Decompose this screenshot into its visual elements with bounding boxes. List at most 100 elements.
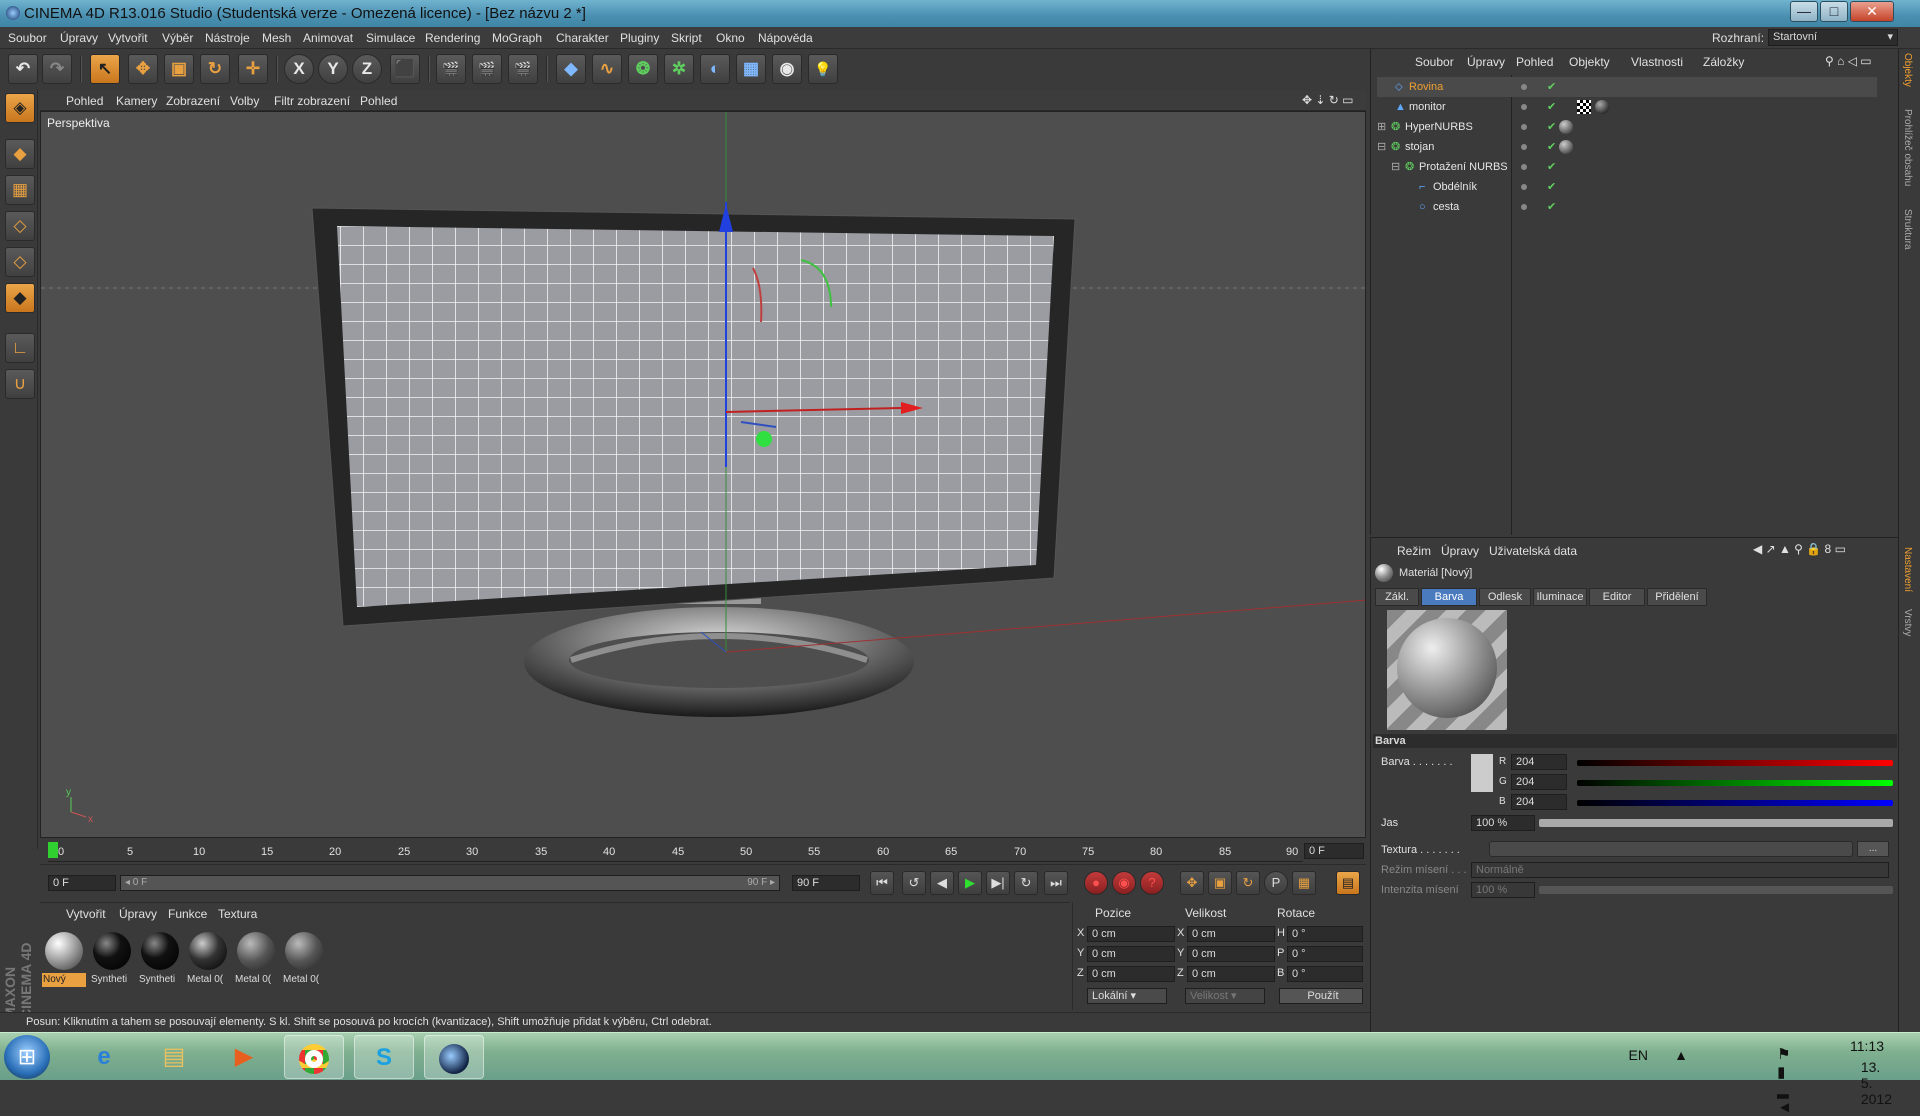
tab-prideleni[interactable]: Přidělení — [1647, 588, 1707, 606]
material-item[interactable]: Metal 0( — [186, 929, 230, 987]
y-axis-button[interactable]: Y — [318, 54, 348, 84]
visibility-dot[interactable] — [1521, 84, 1527, 90]
position-z-field[interactable]: 0 cm — [1087, 966, 1175, 982]
axis-mode-icon[interactable]: ∟ — [5, 333, 35, 363]
enabled-check-icon[interactable]: ✔ — [1547, 97, 1556, 117]
size-x-field[interactable]: 0 cm — [1187, 926, 1275, 942]
search-icon[interactable]: ⚲ ⌂ ◁ ▭ — [1825, 54, 1872, 68]
menu-mesh[interactable]: Mesh — [262, 31, 291, 45]
obj-menu-objekty[interactable]: Objekty — [1569, 55, 1610, 69]
clock-time[interactable]: 11:13 — [1850, 1038, 1884, 1054]
start-frame-field[interactable]: 0 F — [48, 875, 116, 891]
redo-button[interactable]: ↷ — [42, 54, 72, 84]
key-position-button[interactable]: ✥ — [1180, 871, 1204, 895]
next-key-button[interactable]: ↻ — [1014, 871, 1038, 895]
menu-skript[interactable]: Skript — [671, 31, 702, 45]
vtab-objekty[interactable]: Objekty — [1902, 53, 1913, 87]
vtab-vrstvy[interactable]: Vrstvy — [1902, 609, 1913, 636]
points-mode-icon[interactable]: ◇ — [5, 211, 35, 241]
menu-mograph[interactable]: MoGraph — [492, 31, 542, 45]
mat-menu-vytvorit[interactable]: Vytvořit — [66, 907, 106, 921]
menu-soubor[interactable]: Soubor — [8, 31, 47, 45]
nurbs-icon[interactable]: ❂ — [628, 54, 658, 84]
floor-icon[interactable]: ▦ — [736, 54, 766, 84]
position-x-field[interactable]: 0 cm — [1087, 926, 1175, 942]
internet-explorer-icon[interactable]: e — [74, 1035, 134, 1079]
vp-menu-kamery[interactable]: Kamery — [116, 94, 157, 108]
visibility-dot[interactable] — [1521, 204, 1527, 210]
chrome-icon[interactable] — [284, 1035, 344, 1079]
obj-menu-vlastnosti[interactable]: Vlastnosti — [1631, 55, 1683, 69]
jas-field[interactable]: 100 % — [1471, 815, 1535, 831]
vp-nav-icons[interactable]: ✥ ⇣ ↻ ▭ — [1302, 93, 1354, 107]
object-row-rovina[interactable]: ⬦ Rovina ✔ — [1377, 77, 1877, 97]
light-icon[interactable]: 💡 — [808, 54, 838, 84]
mat-menu-upravy[interactable]: Úpravy — [119, 907, 157, 921]
material-item[interactable]: Metal 0( — [282, 929, 326, 987]
timeline-window-button[interactable]: ▤ — [1336, 871, 1360, 895]
enabled-check-icon[interactable]: ✔ — [1547, 77, 1556, 97]
apply-button[interactable]: Použít — [1279, 988, 1363, 1004]
material-tag-icon[interactable] — [1577, 100, 1591, 114]
go-to-start-button[interactable]: ⏮ — [870, 871, 894, 895]
menu-nastroje[interactable]: Nástroje — [205, 31, 250, 45]
vp-menu-zobrazeni[interactable]: Zobrazení — [166, 94, 220, 108]
material-tag-icon[interactable] — [1559, 120, 1573, 134]
clock-date[interactable]: 13. 5. 2012 — [1861, 1059, 1892, 1107]
object-row-stojan[interactable]: ⊟ ❂ stojan ✔ — [1377, 137, 1877, 157]
visibility-dot[interactable] — [1521, 144, 1527, 150]
rotation-h-field[interactable]: 0 ° — [1287, 926, 1363, 942]
model-mode-icon[interactable]: ◆ — [5, 139, 35, 169]
array-icon[interactable]: ✲ — [664, 54, 694, 84]
undo-button[interactable]: ↶ — [8, 54, 38, 84]
texture-browse-button[interactable]: ... — [1857, 841, 1889, 857]
coord-tool-button[interactable]: ✛ — [238, 54, 268, 84]
maximize-button[interactable]: □ — [1820, 1, 1848, 22]
z-axis-button[interactable]: Z — [352, 54, 382, 84]
keyframe-selection-button[interactable]: ? — [1140, 871, 1164, 895]
timeline-ruler[interactable]: 0 5 10 15 20 25 30 35 40 45 50 55 60 65 … — [48, 840, 1303, 862]
enabled-check-icon[interactable]: ✔ — [1547, 117, 1556, 137]
autokey-button[interactable]: ◉ — [1112, 871, 1136, 895]
menu-vytvorit[interactable]: Vytvořit — [108, 31, 148, 45]
tab-iluminace[interactable]: Iluminace — [1533, 588, 1587, 606]
rotate-tool-button[interactable]: ↻ — [200, 54, 230, 84]
show-hidden-icons[interactable]: ▲ — [1674, 1047, 1688, 1063]
visibility-dot[interactable] — [1521, 124, 1527, 130]
color-r-slider[interactable] — [1577, 760, 1893, 766]
jas-slider[interactable] — [1539, 819, 1893, 827]
edges-mode-icon[interactable]: ◇ — [5, 247, 35, 277]
key-scale-button[interactable]: ▣ — [1208, 871, 1232, 895]
material-tag-icon[interactable] — [1559, 140, 1573, 154]
menu-pluginy[interactable]: Pluginy — [620, 31, 659, 45]
language-indicator[interactable]: EN — [1629, 1047, 1648, 1063]
current-frame-field[interactable]: 0 F — [1304, 843, 1364, 859]
material-preview[interactable] — [1387, 610, 1507, 730]
enabled-check-icon[interactable]: ✔ — [1547, 157, 1556, 177]
mix-intensity-field[interactable]: 100 % — [1471, 882, 1535, 898]
key-pla-button[interactable]: ▦ — [1292, 871, 1316, 895]
attr-menu-rezim[interactable]: Režim — [1397, 544, 1431, 558]
minimize-button[interactable]: — — [1790, 1, 1818, 22]
menu-charakter[interactable]: Charakter — [556, 31, 609, 45]
menu-animovat[interactable]: Animovat — [303, 31, 353, 45]
object-row-obdelnik[interactable]: ⌐ Obdélník ✔ — [1377, 177, 1877, 197]
tray-icons[interactable]: ⚑ ▮ ▂ ◄ — [1777, 1045, 1800, 1116]
vtab-prohlizec[interactable]: Prohlížeč obsahu — [1902, 109, 1913, 186]
spline-icon[interactable]: ∿ — [592, 54, 622, 84]
prev-key-button[interactable]: ↺ — [902, 871, 926, 895]
menu-simulace[interactable]: Simulace — [366, 31, 415, 45]
camera-icon[interactable]: ◉ — [772, 54, 802, 84]
scale-tool-button[interactable]: ▣ — [164, 54, 194, 84]
deformer-icon[interactable]: ◐ — [700, 54, 730, 84]
object-row-monitor[interactable]: ▲ monitor ✔ — [1377, 97, 1877, 117]
size-z-field[interactable]: 0 cm — [1187, 966, 1275, 982]
enabled-check-icon[interactable]: ✔ — [1547, 197, 1556, 217]
menu-vyber[interactable]: Výběr — [162, 31, 193, 45]
material-item[interactable]: Metal 0( — [234, 929, 278, 987]
mix-mode-select[interactable]: Normálně — [1471, 862, 1889, 878]
attr-nav-icons[interactable]: ◀ ↗ ▲ ⚲ 🔒 8 ▭ — [1753, 542, 1846, 556]
vp-menu-volby[interactable]: Volby — [230, 94, 259, 108]
texture-slot[interactable] — [1489, 841, 1853, 857]
tab-zakl[interactable]: Zákl. — [1375, 588, 1419, 606]
